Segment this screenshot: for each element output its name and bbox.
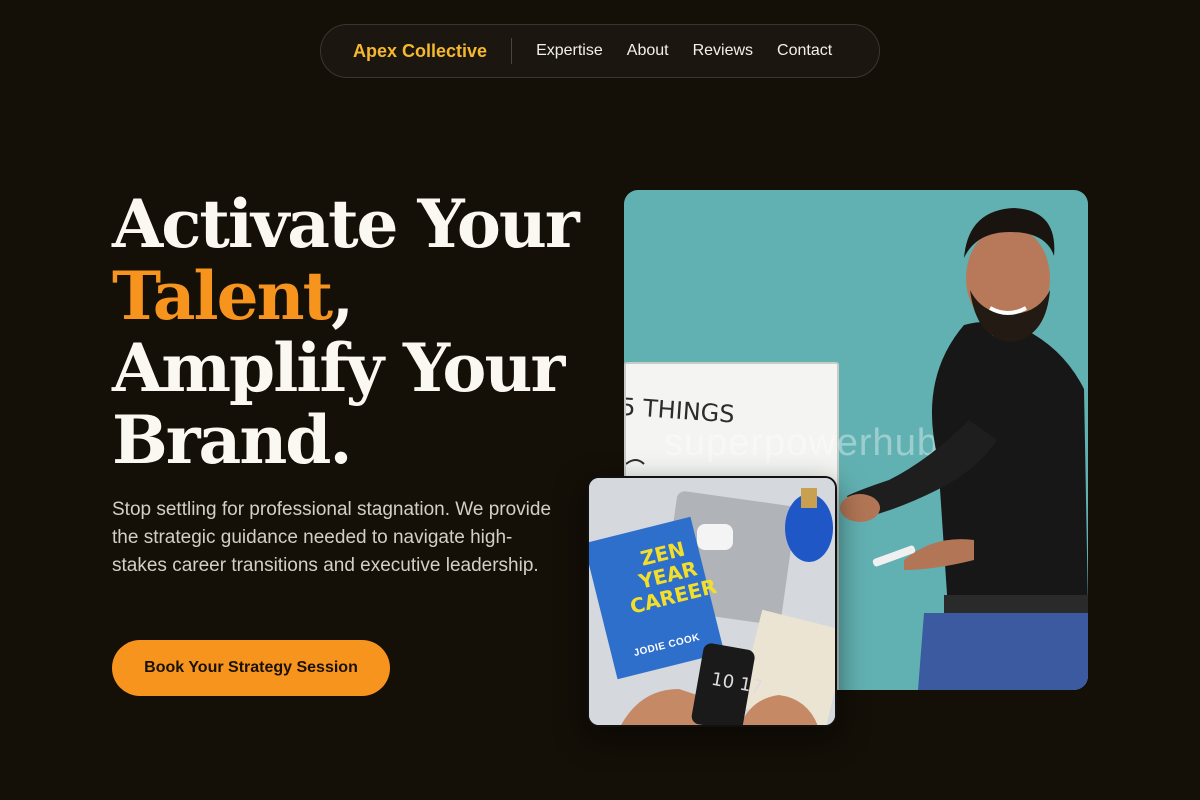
nav-divider <box>511 38 513 64</box>
nav-link-reviews[interactable]: Reviews <box>693 42 753 60</box>
nav-link-about[interactable]: About <box>627 42 669 60</box>
book-strategy-session-button[interactable]: Book Your Strategy Session <box>112 640 390 696</box>
nav-link-expertise[interactable]: Expertise <box>536 42 603 60</box>
headline-line-1: Activate Your <box>112 185 580 263</box>
headline-accent: Talent <box>112 257 333 335</box>
headline-comma: , <box>331 257 354 335</box>
nav-link-contact[interactable]: Contact <box>777 42 832 60</box>
headline-line-4: Brand. <box>112 401 352 479</box>
headline-line-3: Amplify Your <box>112 329 565 407</box>
book-desk-photo: ZEN YEAR CAREER JODIE COOK 10 17 <box>587 476 837 727</box>
nav-links: Expertise About Reviews Contact <box>536 42 832 60</box>
brand-logo[interactable]: Apex Collective <box>353 41 487 62</box>
top-nav: Apex Collective Expertise About Reviews … <box>320 24 880 78</box>
hero-subtitle: Stop settling for professional stagnatio… <box>112 499 552 576</box>
hero-headline: Activate Your Talent, Amplify Your Brand… <box>112 188 612 476</box>
